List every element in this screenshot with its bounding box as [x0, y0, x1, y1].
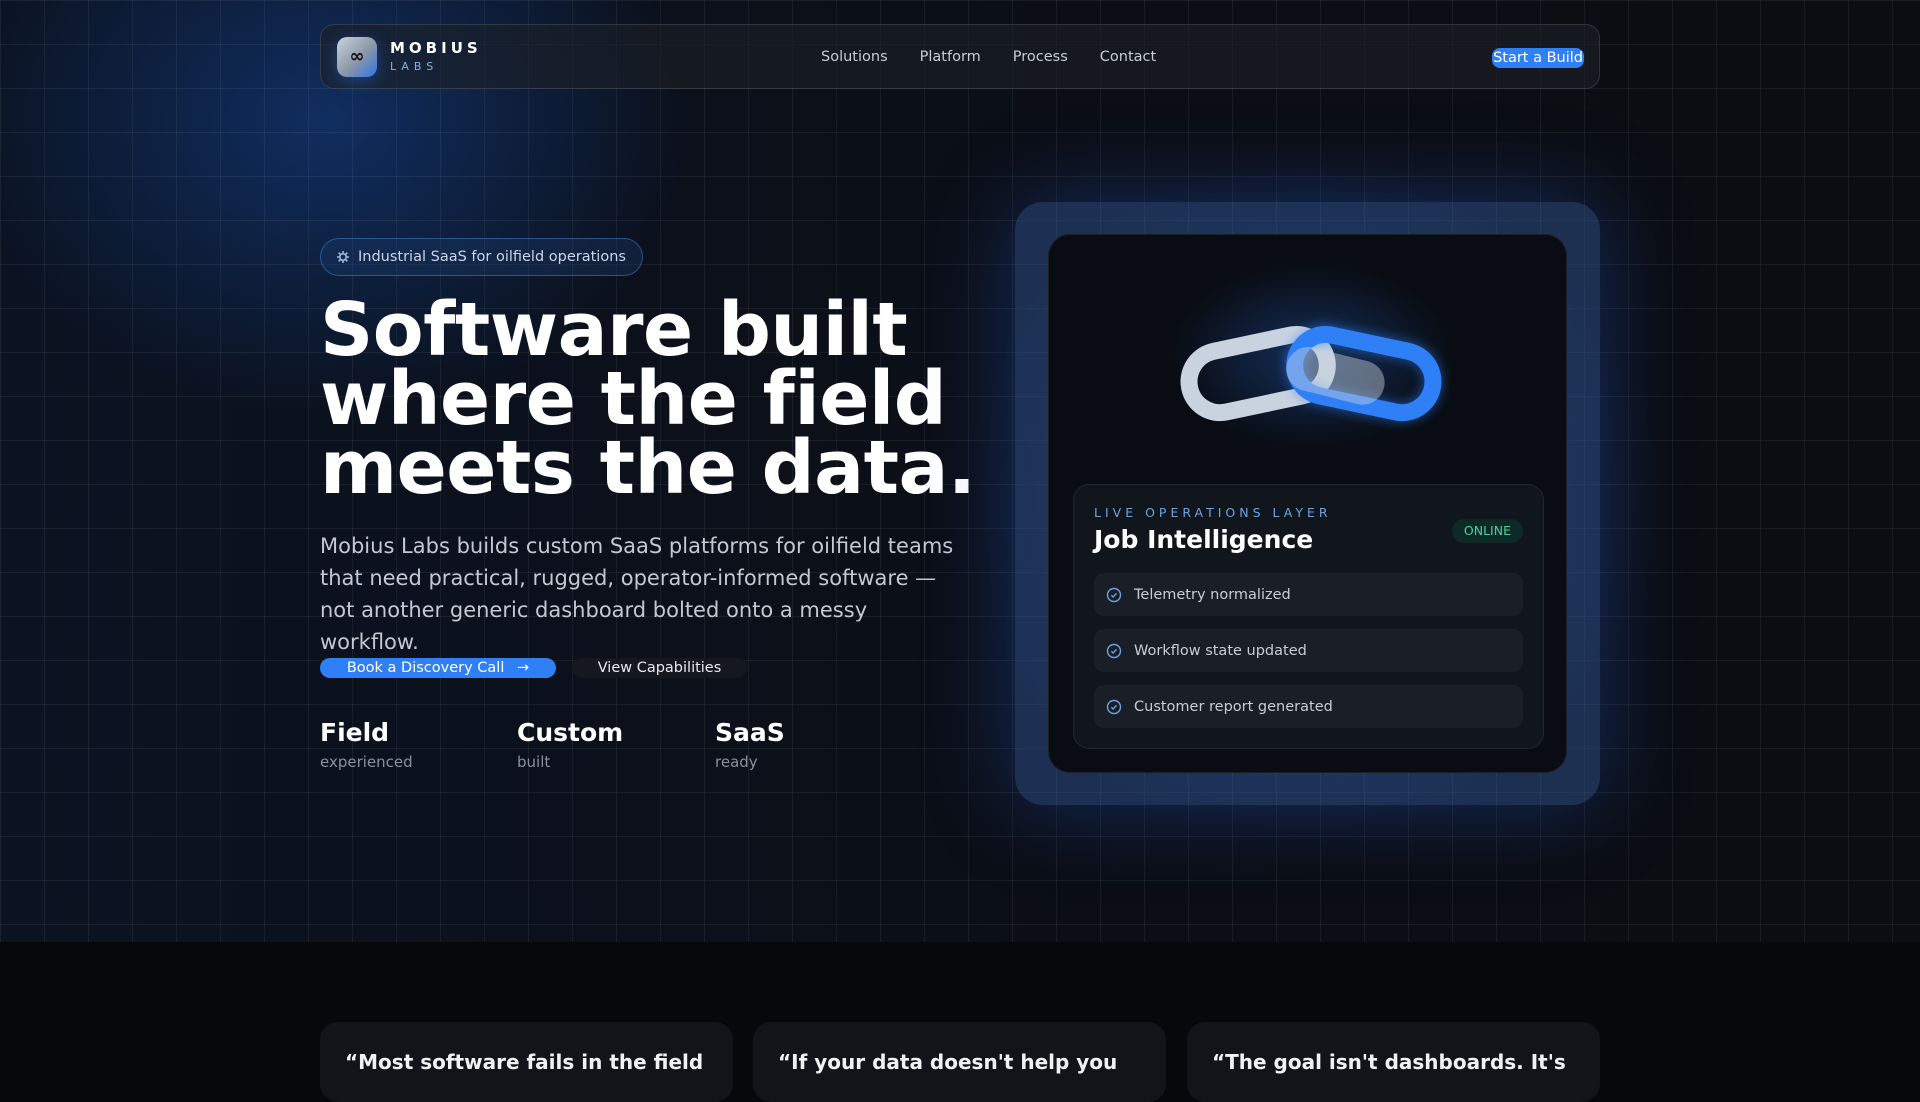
brand-sub: LABS [390, 60, 439, 73]
start-build-button[interactable]: Start a Build [1492, 48, 1584, 68]
job-intelligence-panel: LIVE OPERATIONS LAYER Job Intelligence O… [1073, 484, 1544, 749]
chain-link-icon [1180, 325, 1442, 422]
quote-card: “The goal isn't dashboards. It's [1187, 1022, 1600, 1102]
hero-headline: Software built where the field meets the… [320, 287, 1020, 511]
hero-section: ∞ MOBIUS LABS Solutions Platform Process… [0, 0, 1920, 942]
nav-link-process[interactable]: Process [1013, 49, 1068, 65]
stat-saas: SaaS ready [715, 718, 785, 771]
stat-title: SaaS [715, 718, 785, 747]
top-nav: ∞ MOBIUS LABS Solutions Platform Process… [320, 24, 1600, 89]
chain-link-illustration [1166, 261, 1456, 451]
nav-links: Solutions Platform Process Contact [821, 25, 1156, 88]
nav-link-platform[interactable]: Platform [920, 49, 981, 65]
item-label: Workflow state updated [1134, 642, 1307, 659]
headline-line: where the field [320, 356, 947, 442]
headline-line: Software built [320, 287, 908, 373]
stat-title: Custom [517, 718, 624, 747]
stat-sub: ready [715, 753, 758, 771]
stat-custom: Custom built [517, 718, 623, 771]
brand[interactable]: MOBIUS LABS [390, 39, 482, 73]
hero-description: Mobius Labs builds custom SaaS platforms… [320, 534, 954, 654]
badge-text: Industrial SaaS for oilfield operations [358, 249, 626, 265]
list-item: Workflow state updated [1094, 629, 1523, 672]
quote-card: “Most software fails in the field [320, 1022, 733, 1102]
brand-name: MOBIUS [390, 39, 482, 57]
stat-sub: experienced [320, 753, 413, 771]
panel-eyebrow: LIVE OPERATIONS LAYER [1094, 505, 1332, 520]
panel-title: Job Intelligence [1094, 525, 1314, 554]
item-label: Customer report generated [1134, 698, 1333, 715]
nav-link-solutions[interactable]: Solutions [821, 49, 888, 65]
stat-field: Field experienced [320, 718, 413, 771]
status-badge: ONLINE [1451, 519, 1523, 543]
list-item: Customer report generated [1094, 685, 1523, 728]
check-circle-icon [1106, 643, 1122, 658]
stat-sub: built [517, 753, 551, 771]
quote-card: “If your data doesn't help you [753, 1022, 1166, 1102]
view-capabilities-button[interactable]: View Capabilities [572, 658, 747, 678]
nav-link-contact[interactable]: Contact [1100, 49, 1156, 65]
item-label: Telemetry normalized [1134, 586, 1291, 603]
check-circle-icon [1106, 587, 1122, 602]
stat-title: Field [320, 718, 390, 747]
operations-card: LIVE OPERATIONS LAYER Job Intelligence O… [1048, 234, 1567, 773]
headline-line: meets the data. [320, 425, 976, 511]
arrow-right-icon: → [516, 660, 530, 676]
logo-infinity-icon[interactable]: ∞ [337, 36, 377, 77]
list-item: Telemetry normalized [1094, 573, 1523, 616]
hero-badge: Industrial SaaS for oilfield operations [320, 238, 643, 276]
gear-icon [337, 251, 349, 263]
check-circle-icon [1106, 699, 1122, 714]
button-label: Book a Discovery Call [346, 660, 505, 676]
book-discovery-call-button[interactable]: Book a Discovery Call → [320, 658, 556, 678]
